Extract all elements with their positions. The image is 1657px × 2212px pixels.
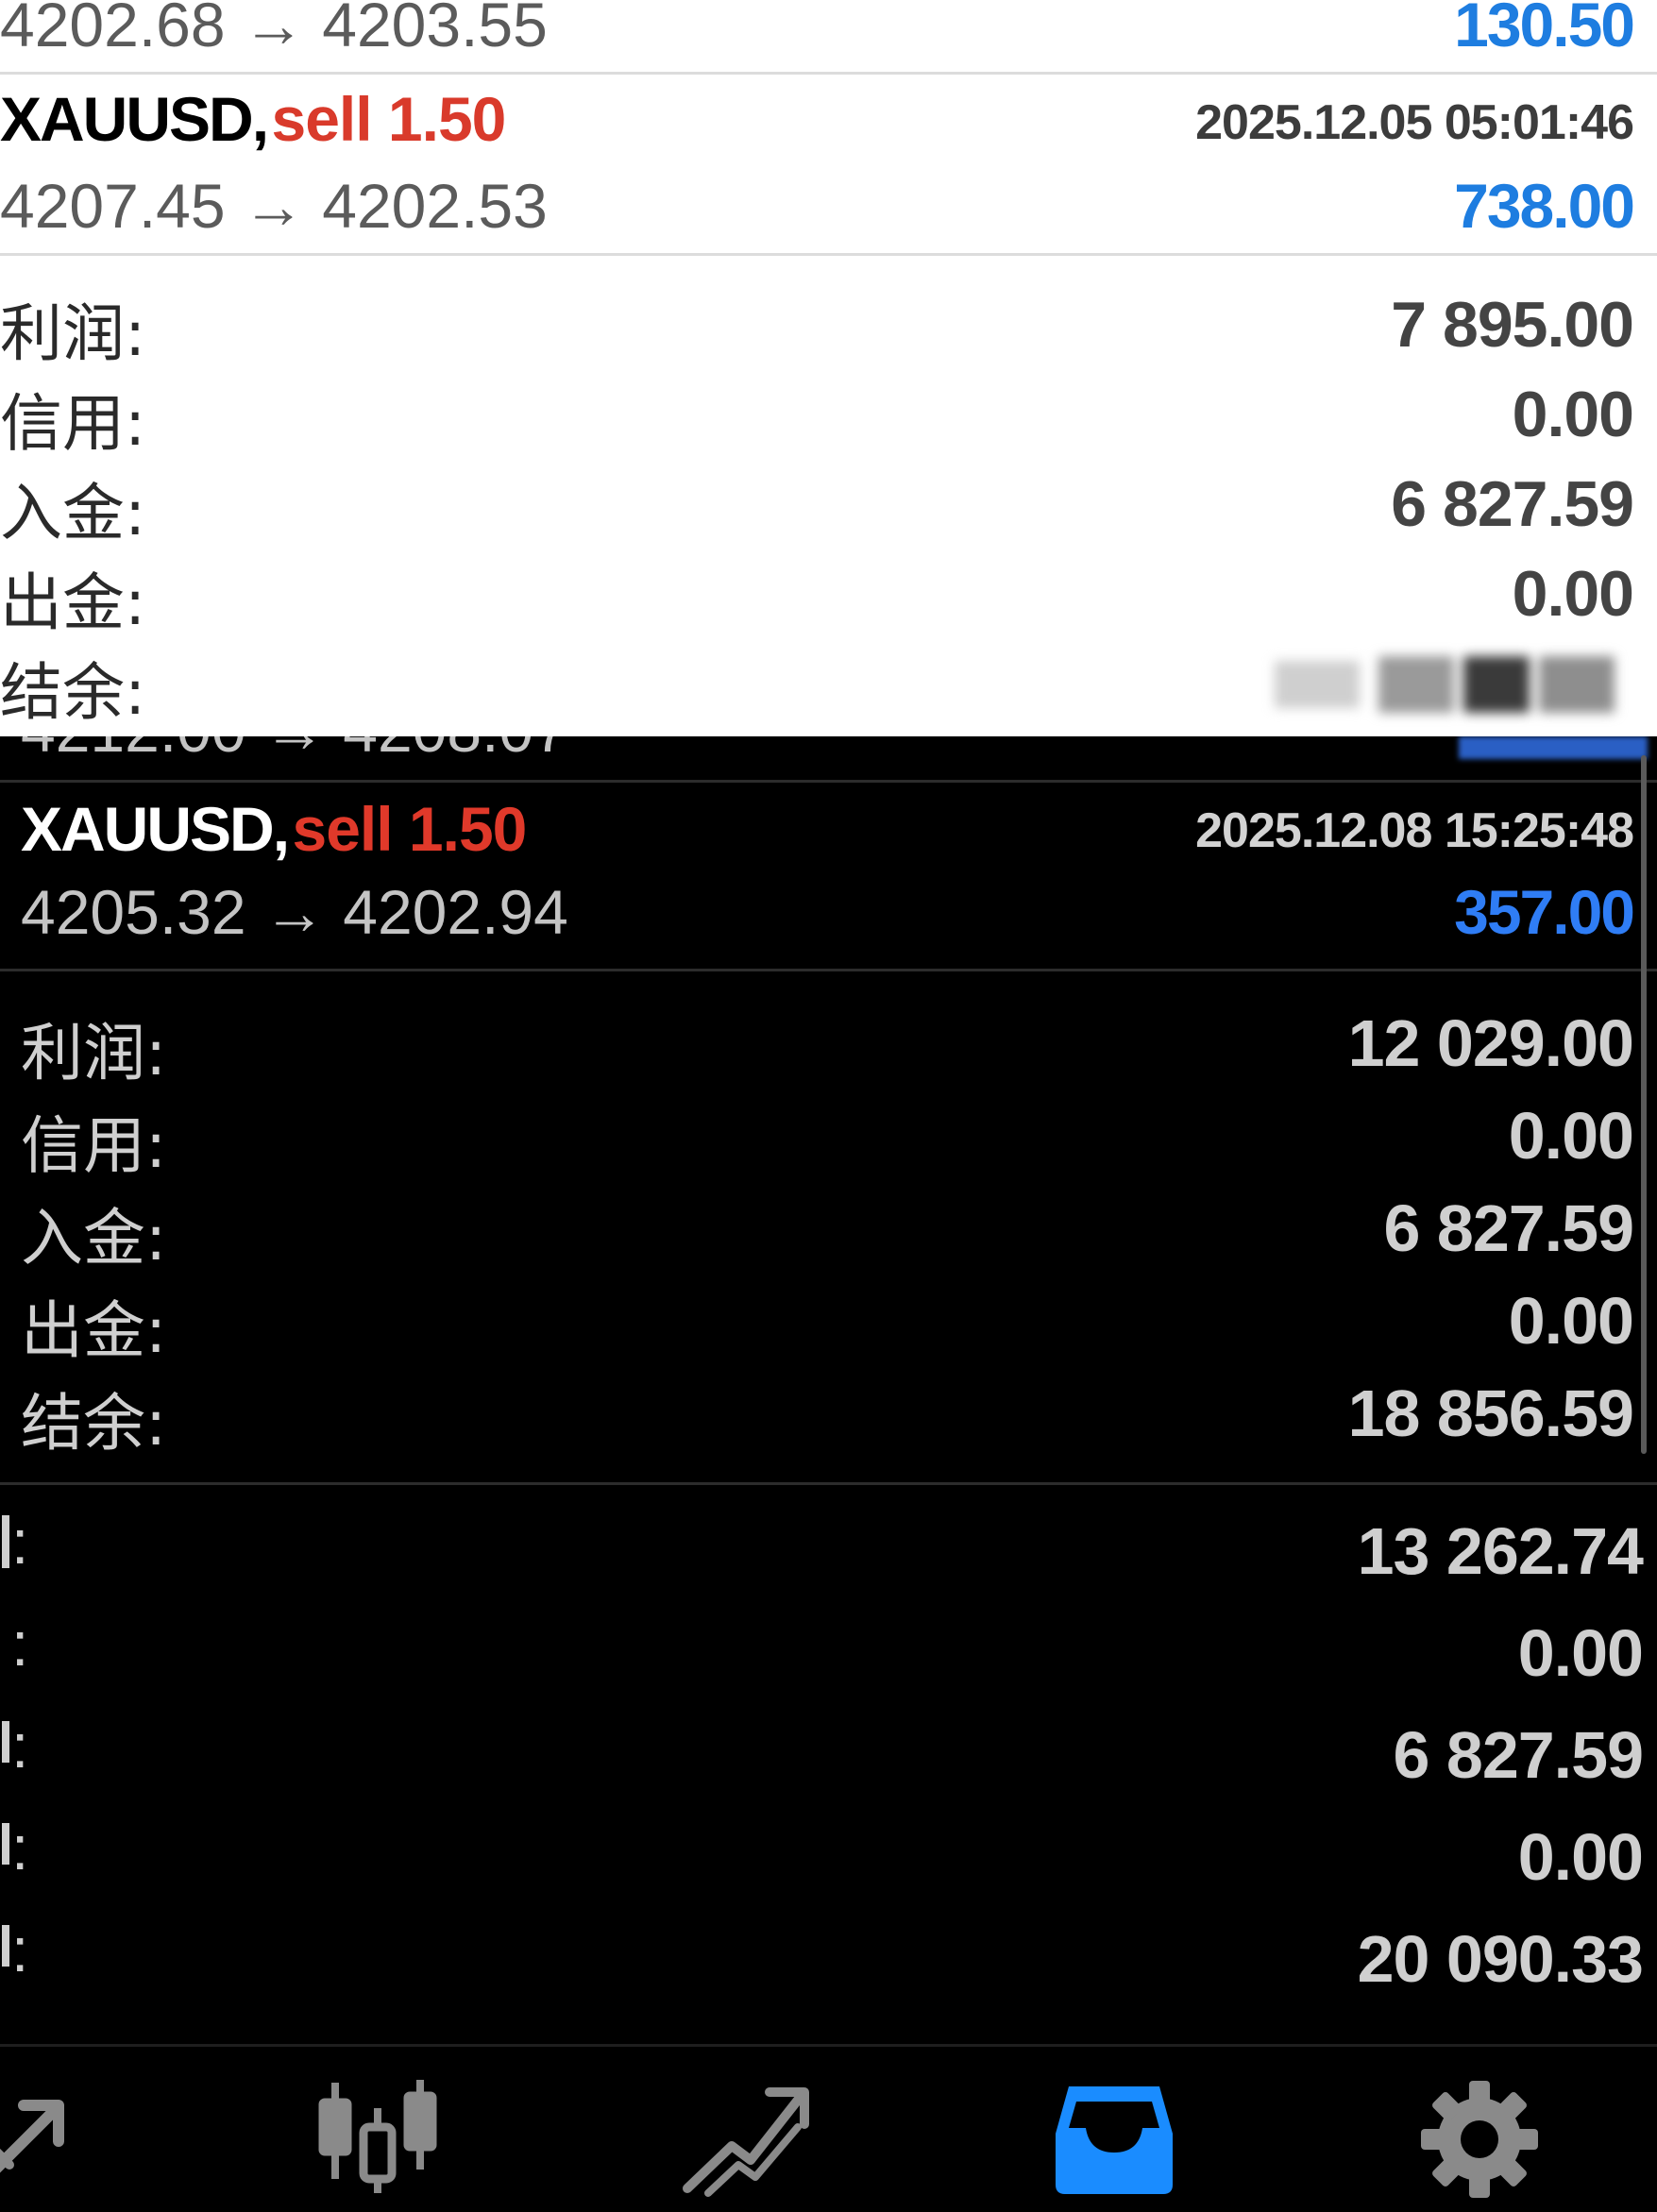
deposit-label: 入金: [0, 477, 146, 549]
tab-charts[interactable] [312, 2075, 444, 2198]
label-colon: : [11, 1813, 29, 1883]
withdrawal-label: 出金: [21, 1294, 167, 1367]
balance-label: 结余: [21, 1387, 167, 1460]
cutoff-label-glyph [2, 1515, 9, 1568]
credit-label: 信用: [0, 387, 146, 460]
tab-trade[interactable] [0, 2085, 85, 2188]
label-colon: : [11, 1507, 29, 1577]
bottom-tab-bar [0, 2044, 1657, 2212]
divider [0, 253, 1657, 256]
divider [0, 780, 1657, 783]
divider [0, 72, 1657, 75]
trade-row[interactable]: XAUUSD, sell 1.50 [21, 793, 528, 865]
balance-value-obscured [1256, 651, 1633, 727]
withdrawal-label: 出金: [0, 566, 146, 639]
trade-prices: 4205.32 → 4202.94 [21, 877, 568, 947]
balance-value: 20 090.33 [1357, 1922, 1644, 1996]
balance-value: 18 856.59 [1347, 1376, 1634, 1450]
trade-profit: 738.00 [1454, 171, 1635, 241]
label-colon: : [11, 1711, 29, 1781]
cutoff-label-glyph [2, 1823, 9, 1865]
trade-profit: 357.00 [1454, 877, 1635, 947]
trade-profit: 130.50 [1454, 0, 1635, 59]
withdrawal-value: 0.00 [1512, 558, 1634, 630]
profit-value: 7 895.00 [1391, 289, 1634, 361]
deposit-value: 6 827.59 [1393, 1718, 1644, 1792]
credit-value: 0.00 [1517, 1616, 1644, 1690]
settings-gear-icon [1421, 2081, 1538, 2198]
label-colon: : [11, 1609, 29, 1679]
tab-settings[interactable] [1416, 2080, 1544, 2198]
profit-label: 利润: [21, 1017, 167, 1089]
cutoff-label-glyph [2, 1925, 9, 1967]
balance-label: 结余: [0, 656, 146, 729]
deposit-value: 6 827.59 [1391, 468, 1634, 540]
divider [0, 969, 1657, 971]
trade-profit-cutoff [1459, 736, 1648, 759]
trade-arrow-icon [0, 2100, 64, 2173]
cutoff-label-glyph [2, 1721, 9, 1763]
trade-symbol: XAUUSD, [0, 84, 269, 154]
trade-side: sell 1.50 [271, 84, 507, 154]
credit-label: 信用: [21, 1109, 167, 1182]
candlestick-chart-icon [318, 2080, 437, 2193]
profit-label: 利润: [0, 297, 146, 370]
trade-symbol: XAUUSD, [21, 794, 290, 864]
credit-value: 0.00 [1512, 379, 1634, 450]
credit-value: 0.00 [1508, 1099, 1634, 1173]
profit-value: 13 262.74 [1357, 1514, 1644, 1588]
trade-time: 2025.12.08 15:25:48 [1195, 803, 1634, 858]
top-history-panel: 4202.68 → 4203.55 130.50 XAUUSD, sell 1.… [0, 0, 1657, 736]
profit-value: 12 029.00 [1347, 1006, 1634, 1080]
bottom-summary-panel: : 13 262.74 : 0.00 : 6 827.59 : 0.00 : 2… [0, 1485, 1657, 2044]
deposit-label: 入金: [21, 1202, 167, 1275]
deposit-value: 6 827.59 [1383, 1191, 1634, 1265]
tab-trade-chart[interactable] [680, 2075, 812, 2198]
trend-chart-icon [683, 2087, 809, 2197]
withdrawal-value: 0.00 [1508, 1284, 1634, 1358]
trade-side: sell 1.50 [292, 794, 528, 864]
label-colon: : [11, 1915, 29, 1984]
history-inbox-icon [1056, 2086, 1173, 2194]
trade-time: 2025.12.05 05:01:46 [1195, 95, 1634, 150]
tab-history[interactable] [1048, 2079, 1180, 2197]
scrollbar[interactable] [1641, 755, 1647, 1454]
trade-prices: 4212.00 → 4208.07 [21, 736, 568, 766]
trade-row[interactable]: XAUUSD, sell 1.50 [0, 83, 507, 155]
middle-history-panel: 4212.00 → 4208.07 XAUUSD, sell 1.50 2025… [0, 736, 1657, 1482]
withdrawal-value: 0.00 [1517, 1820, 1644, 1894]
trade-prices: 4207.45 → 4202.53 [0, 171, 548, 241]
trade-prices: 4202.68 → 4203.55 [0, 0, 548, 59]
